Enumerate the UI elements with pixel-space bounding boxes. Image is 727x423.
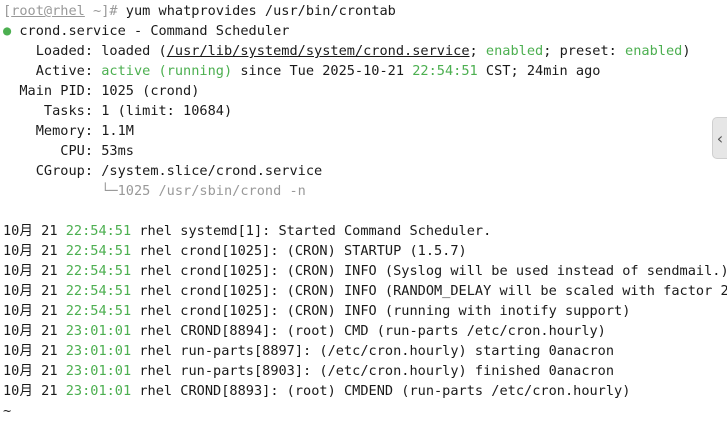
log-date: 10月 21: [3, 343, 66, 359]
log-line: 10月 21 23:01:01 rhel CROND[8894]: (root)…: [3, 321, 727, 341]
cgroup-child-line: └─1025 /usr/sbin/crond -n: [3, 183, 306, 199]
log-line: 10月 21 23:01:01 rhel CROND[8893]: (root)…: [3, 381, 727, 401]
log-date: 10月 21: [3, 363, 66, 379]
log-line: 10月 21 22:54:51 rhel crond[1025]: (CRON)…: [3, 281, 727, 301]
terminal-output[interactable]: [root@rhel ~]# yum whatprovides /usr/bin…: [3, 1, 727, 421]
preset-state: enabled: [625, 43, 683, 59]
unit-file-path: /usr/lib/systemd/system/crond.service: [166, 43, 470, 59]
active-line: Active: active (running) since Tue 2025-…: [3, 61, 727, 81]
loaded-close: ): [682, 43, 691, 59]
prompt-dir: ~: [84, 3, 102, 19]
log-time: 23:01:01: [65, 323, 132, 339]
log-time: 22:54:51: [65, 283, 132, 299]
prompt-close: ]#: [101, 3, 118, 19]
log-message: rhel run-parts[8903]: (/etc/cron.hourly)…: [131, 363, 615, 379]
memory-line: Memory: 1.1M: [3, 123, 134, 139]
log-line: 10月 21 23:01:01 rhel run-parts[8903]: (/…: [3, 361, 727, 381]
log-message: rhel CROND[8893]: (root) CMDEND (run-par…: [131, 383, 631, 399]
log-message: rhel crond[1025]: (CRON) INFO (RANDOM_DE…: [131, 283, 727, 299]
loaded-text: loaded (: [101, 43, 167, 59]
log-date: 10月 21: [3, 283, 66, 299]
log-time: 22:54:51: [65, 303, 132, 319]
log-line: 10月 21 23:01:01 rhel run-parts[8897]: (/…: [3, 341, 727, 361]
cpu-line: CPU: 53ms: [3, 143, 134, 159]
active-rest: CST; 24min ago: [477, 63, 601, 79]
log-message: rhel crond[1025]: (CRON) STARTUP (1.5.7): [131, 243, 467, 259]
journal-log-list: 10月 21 22:54:51 rhel systemd[1]: Started…: [3, 221, 727, 401]
active-label: Active:: [3, 63, 102, 79]
log-line: 10月 21 22:54:51 rhel crond[1025]: (CRON)…: [3, 261, 727, 281]
prompt-line: [root@rhel ~]# yum whatprovides /usr/bin…: [3, 1, 727, 21]
side-panel-handle[interactable]: ‹: [712, 117, 727, 159]
log-time: 23:01:01: [65, 343, 132, 359]
service-header: ● crond.service - Command Scheduler: [3, 21, 727, 41]
mainpid-line: Main PID: 1025 (crond): [3, 83, 200, 99]
log-date: 10月 21: [3, 243, 66, 259]
tasks-line: Tasks: 1 (limit: 10684): [3, 103, 233, 119]
status-dot-icon: ●: [3, 23, 12, 39]
cgroup-line: CGroup: /system.slice/crond.service: [3, 163, 323, 179]
log-message: rhel systemd[1]: Started Command Schedul…: [131, 223, 492, 239]
log-time: 23:01:01: [65, 363, 132, 379]
pager-tilde: ~: [3, 403, 12, 419]
preset-label: ; preset:: [543, 43, 626, 59]
log-time: 22:54:51: [65, 223, 132, 239]
log-time: 22:54:51: [65, 243, 132, 259]
log-message: rhel CROND[8894]: (root) CMD (run-parts …: [131, 323, 606, 339]
log-line: 10月 21 22:54:51 rhel crond[1025]: (CRON)…: [3, 241, 727, 261]
log-line: 10月 21 22:54:51 rhel systemd[1]: Started…: [3, 221, 727, 241]
active-time: 22:54:51: [412, 63, 478, 79]
log-line: 10月 21 22:54:51 rhel crond[1025]: (CRON)…: [3, 301, 727, 321]
loaded-sep: ;: [469, 43, 486, 59]
loaded-label: Loaded:: [3, 43, 102, 59]
chevron-left-icon: ‹: [716, 128, 724, 148]
command-text: yum whatprovides /usr/bin/crontab: [117, 3, 396, 19]
log-date: 10月 21: [3, 263, 66, 279]
log-message: rhel run-parts[8897]: (/etc/cron.hourly)…: [131, 343, 615, 359]
log-date: 10月 21: [3, 323, 66, 339]
log-time: 22:54:51: [65, 263, 132, 279]
prompt-open-bracket: [: [3, 3, 12, 19]
log-message: rhel crond[1025]: (CRON) INFO (Syslog wi…: [131, 263, 727, 279]
loaded-line: Loaded: loaded (/usr/lib/systemd/system/…: [3, 41, 727, 61]
log-date: 10月 21: [3, 303, 66, 319]
prompt-user-host: root@rhel: [11, 3, 85, 19]
log-time: 23:01:01: [65, 383, 132, 399]
log-date: 10月 21: [3, 383, 66, 399]
enabled-state: enabled: [485, 43, 544, 59]
active-state: active (running): [101, 63, 233, 79]
log-message: rhel crond[1025]: (CRON) INFO (running w…: [131, 303, 631, 319]
service-name: crond.service - Command Scheduler: [11, 23, 290, 39]
log-date: 10月 21: [3, 223, 66, 239]
active-since: since Tue 2025-10-21: [232, 63, 413, 79]
